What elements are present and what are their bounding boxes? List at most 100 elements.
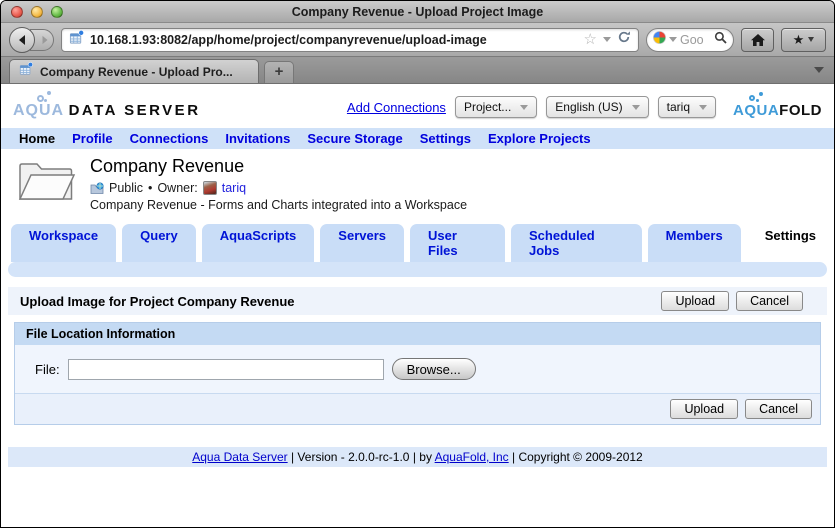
search-engine-dropdown-icon[interactable] bbox=[669, 37, 677, 42]
tab-aquascripts[interactable]: AquaScripts bbox=[201, 224, 315, 262]
web-page: AQUA DATA SERVER Add Connections Project… bbox=[1, 84, 834, 527]
forward-arrow-icon bbox=[42, 35, 48, 44]
cancel-button-top[interactable]: Cancel bbox=[736, 291, 803, 311]
bookmark-star-icon[interactable]: ☆ bbox=[584, 32, 597, 47]
aquafold-logo: AQUAFOLD bbox=[733, 91, 822, 120]
nav-link-profile[interactable]: Profile bbox=[72, 131, 112, 146]
logo-aqua-text: AQUA bbox=[13, 102, 65, 119]
add-connections-link[interactable]: Add Connections bbox=[347, 100, 446, 115]
footer-version-text: | Version - 2.0.0-rc-1.0 | by bbox=[290, 450, 432, 464]
aquafold-aqua-text: AQUA bbox=[733, 101, 780, 119]
home-button[interactable] bbox=[741, 27, 774, 52]
file-row: File: Browse... bbox=[15, 345, 820, 394]
url-bar[interactable]: 10.168.1.93:8082/app/home/project/compan… bbox=[61, 27, 639, 52]
visibility-label: Public bbox=[109, 181, 144, 195]
cancel-button-bottom[interactable]: Cancel bbox=[745, 399, 812, 419]
public-folder-icon bbox=[90, 182, 104, 194]
logo-bubble-icon bbox=[749, 94, 755, 101]
list-all-tabs-chevron-icon[interactable] bbox=[814, 60, 824, 78]
upload-heading: Upload Image for Project Company Revenue bbox=[20, 293, 295, 309]
language-select-label: English (US) bbox=[555, 100, 623, 114]
tab-scheduled-jobs[interactable]: Scheduled Jobs bbox=[511, 224, 642, 262]
tab-workspace[interactable]: Workspace bbox=[11, 224, 117, 262]
main-nav: Home Profile Connections Invitations Secure … bbox=[1, 128, 834, 149]
file-location-section: File Location Information File: Browse..… bbox=[14, 322, 821, 425]
aqua-data-server-logo: AQUA DATA SERVER bbox=[13, 91, 201, 120]
new-tab-button[interactable]: + bbox=[264, 61, 294, 83]
tab-user-files[interactable]: User Files bbox=[410, 224, 505, 262]
footer-company-link[interactable]: AquaFold, Inc bbox=[435, 450, 509, 464]
home-icon bbox=[750, 33, 765, 46]
browser-tab-title: Company Revenue - Upload Pro... bbox=[40, 64, 233, 79]
browse-button[interactable]: Browse... bbox=[391, 358, 476, 380]
logo-bubble-icon bbox=[37, 95, 44, 102]
minimize-window-button[interactable] bbox=[31, 6, 43, 18]
file-section-actions: Upload Cancel bbox=[15, 394, 820, 424]
upload-header-row: Upload Image for Project Company Revenue… bbox=[8, 287, 827, 315]
project-info: Company Revenue Public • Owner: tariq Co… bbox=[90, 156, 467, 212]
close-window-button[interactable] bbox=[11, 6, 23, 18]
search-input[interactable]: Goo bbox=[680, 33, 711, 47]
project-title: Company Revenue bbox=[90, 156, 245, 176]
chevron-down-icon bbox=[520, 104, 529, 110]
nav-link-explore-projects[interactable]: Explore Projects bbox=[488, 131, 591, 146]
site-favicon-icon bbox=[69, 29, 84, 50]
zoom-window-button[interactable] bbox=[51, 6, 63, 18]
logo-bubble-icon bbox=[47, 91, 51, 95]
footer-product-link[interactable]: Aqua Data Server bbox=[192, 450, 287, 464]
nav-link-home[interactable]: Home bbox=[19, 131, 55, 146]
header-controls: Add Connections Project... English (US) … bbox=[347, 91, 822, 120]
nav-link-connections[interactable]: Connections bbox=[130, 131, 209, 146]
browser-toolbar: 10.168.1.93:8082/app/home/project/compan… bbox=[1, 23, 834, 56]
bookmarks-star-icon: ★ bbox=[792, 32, 805, 47]
logo-bubble-icon bbox=[44, 99, 47, 102]
owner-avatar bbox=[202, 181, 217, 195]
chevron-down-icon bbox=[631, 104, 640, 110]
chevron-down-icon bbox=[699, 104, 707, 110]
tab-favicon-icon bbox=[19, 62, 33, 81]
browser-tab[interactable]: Company Revenue - Upload Pro... bbox=[9, 59, 259, 83]
logo-bubble-icon bbox=[756, 98, 759, 102]
logo-bubble-icon bbox=[759, 91, 763, 96]
footer-copyright-text: | Copyright © 2009-2012 bbox=[512, 450, 643, 464]
project-select[interactable]: Project... bbox=[454, 96, 538, 118]
upload-button-top[interactable]: Upload bbox=[661, 291, 730, 311]
nav-link-invitations[interactable]: Invitations bbox=[225, 131, 290, 146]
user-select-label: tariq bbox=[666, 100, 690, 114]
titlebar[interactable]: Company Revenue - Upload Project Image bbox=[1, 1, 834, 23]
owner-name-link[interactable]: tariq bbox=[222, 181, 246, 195]
reload-icon[interactable] bbox=[617, 30, 631, 49]
url-dropdown-icon[interactable] bbox=[603, 37, 611, 42]
nav-link-settings[interactable]: Settings bbox=[420, 131, 471, 146]
search-box[interactable]: Goo bbox=[646, 27, 734, 52]
project-select-label: Project... bbox=[463, 100, 512, 114]
file-path-input[interactable] bbox=[67, 358, 384, 380]
tab-query[interactable]: Query bbox=[122, 224, 196, 262]
bookmarks-button[interactable]: ★ bbox=[781, 27, 826, 52]
file-label: File: bbox=[35, 361, 60, 377]
project-header: Company Revenue Public • Owner: tariq Co… bbox=[1, 149, 834, 214]
logo-data-server-text: DATA SERVER bbox=[68, 102, 201, 119]
project-tabs: Workspace Query AquaScripts Servers User Fil… bbox=[1, 214, 834, 262]
magnifier-icon[interactable] bbox=[714, 31, 727, 49]
aquafold-fold-text: FOLD bbox=[779, 101, 822, 119]
upload-button-bottom[interactable]: Upload bbox=[670, 399, 739, 419]
tab-members[interactable]: Members bbox=[647, 224, 741, 262]
google-logo-icon[interactable] bbox=[653, 30, 666, 49]
window-title: Company Revenue - Upload Project Image bbox=[291, 4, 544, 19]
nav-link-secure-storage[interactable]: Secure Storage bbox=[307, 131, 402, 146]
project-description: Company Revenue - Forms and Charts integ… bbox=[90, 198, 468, 212]
history-nav-buttons bbox=[9, 26, 54, 53]
tab-settings[interactable]: Settings bbox=[746, 224, 834, 262]
project-folder-icon bbox=[18, 163, 76, 200]
meta-bullet: • bbox=[148, 181, 153, 195]
bookmarks-dropdown-icon bbox=[808, 37, 815, 42]
site-footer: Aqua Data Server | Version - 2.0.0-rc-1.… bbox=[8, 447, 827, 467]
url-text[interactable]: 10.168.1.93:8082/app/home/project/compan… bbox=[90, 33, 578, 47]
page-whitespace bbox=[1, 467, 834, 527]
tab-strip: Company Revenue - Upload Pro... + bbox=[1, 56, 834, 84]
language-select[interactable]: English (US) bbox=[546, 96, 649, 118]
tab-servers[interactable]: Servers bbox=[320, 224, 405, 262]
user-select[interactable]: tariq bbox=[657, 96, 716, 118]
back-button[interactable] bbox=[9, 26, 35, 53]
